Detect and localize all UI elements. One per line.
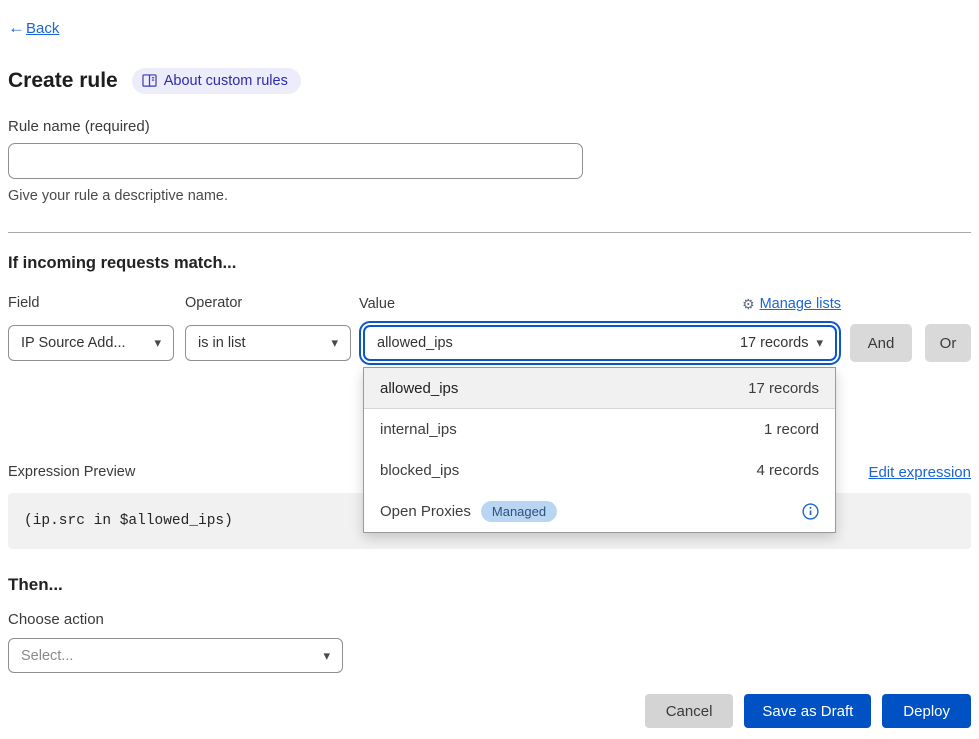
cancel-button[interactable]: Cancel	[645, 694, 734, 728]
rule-name-label: Rule name (required)	[8, 118, 971, 136]
chevron-down-icon: ▾	[331, 335, 338, 351]
and-button[interactable]: And	[850, 324, 912, 362]
back-link-label: Back	[26, 20, 59, 37]
or-button[interactable]: Or	[925, 324, 971, 362]
chevron-down-icon: ▾	[816, 335, 823, 351]
title-row: Create rule About custom rules	[8, 66, 971, 96]
action-select-placeholder: Select...	[21, 648, 73, 664]
choose-action-label: Choose action	[8, 611, 971, 629]
operator-label: Operator	[185, 295, 351, 313]
action-select[interactable]: Select... ▾	[8, 638, 343, 673]
value-select[interactable]: allowed_ips 17 records ▾	[363, 325, 837, 361]
back-link[interactable]: ←Back	[8, 18, 59, 38]
then-section-heading: Then...	[8, 575, 971, 595]
list-dropdown-menu: allowed_ips 17 records internal_ips 1 re…	[363, 367, 836, 533]
field-select[interactable]: IP Source Add... ▾	[8, 325, 174, 361]
list-item-allowed-ips[interactable]: allowed_ips 17 records	[364, 368, 835, 409]
field-label: Field	[8, 295, 174, 313]
rule-name-helper: Give your rule a descriptive name.	[8, 188, 971, 206]
operator-select-value: is in list	[198, 335, 246, 351]
back-row: ←Back	[8, 18, 971, 38]
info-icon[interactable]	[802, 503, 819, 520]
match-section-heading: If incoming requests match...	[8, 254, 971, 274]
list-item-internal-ips[interactable]: internal_ips 1 record	[364, 409, 835, 450]
create-rule-page: ←Back Create rule About custom rules Rul…	[0, 0, 979, 739]
expression-preview-label: Expression Preview	[8, 464, 135, 480]
operator-select[interactable]: is in list ▾	[185, 325, 351, 361]
gear-icon: ⚙	[742, 296, 755, 313]
manage-lists-label: Manage lists	[760, 296, 841, 312]
value-select-records: 17 records	[740, 335, 809, 351]
value-select-name: allowed_ips	[377, 335, 453, 351]
chevron-down-icon: ▾	[154, 335, 161, 351]
value-label: Value	[359, 296, 395, 312]
edit-expression-link[interactable]: Edit expression	[868, 464, 971, 481]
list-item-blocked-ips[interactable]: blocked_ips 4 records	[364, 450, 835, 491]
page-title: Create rule	[8, 69, 118, 93]
book-icon	[142, 74, 157, 88]
managed-badge: Managed	[481, 501, 557, 522]
chevron-down-icon: ▾	[323, 648, 330, 664]
list-item-open-proxies[interactable]: Open Proxies Managed	[364, 491, 835, 532]
about-custom-rules-label: About custom rules	[164, 73, 288, 89]
section-divider	[8, 232, 971, 233]
save-as-draft-button[interactable]: Save as Draft	[744, 694, 871, 728]
condition-row: IP Source Add... ▾ is in list ▾ allowed_…	[8, 322, 971, 364]
deploy-button[interactable]: Deploy	[882, 694, 971, 728]
back-arrow-icon: ←	[8, 18, 25, 38]
field-select-value: IP Source Add...	[21, 335, 126, 351]
about-custom-rules-link[interactable]: About custom rules	[132, 68, 301, 94]
footer-actions: Cancel Save as Draft Deploy	[8, 694, 971, 728]
manage-lists-link[interactable]: ⚙ Manage lists	[742, 296, 841, 313]
rule-name-input[interactable]	[8, 143, 583, 179]
condition-labels-row: Field Operator Value ⚙ Manage lists	[8, 295, 971, 313]
